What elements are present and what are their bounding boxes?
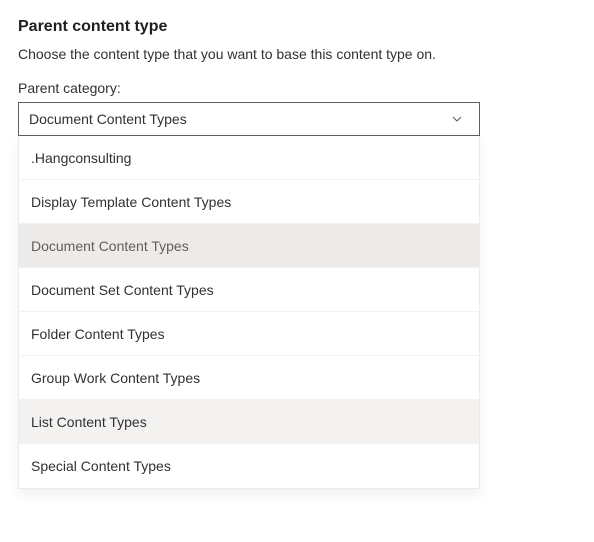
dropdown-option[interactable]: Group Work Content Types (19, 356, 479, 400)
section-title: Parent content type (18, 18, 576, 36)
dropdown-option[interactable]: Display Template Content Types (19, 180, 479, 224)
chevron-down-icon (445, 113, 469, 125)
parent-category-combobox[interactable]: Document Content Types (18, 102, 480, 136)
parent-category-dropdown: .HangconsultingDisplay Template Content … (18, 136, 480, 489)
dropdown-option[interactable]: Folder Content Types (19, 312, 479, 356)
dropdown-option[interactable]: Document Content Types (19, 224, 479, 268)
section-description: Choose the content type that you want to… (18, 46, 576, 62)
dropdown-option[interactable]: List Content Types (19, 400, 479, 444)
combobox-selected-value: Document Content Types (29, 111, 187, 127)
dropdown-option[interactable]: Special Content Types (19, 444, 479, 488)
parent-category-label: Parent category: (18, 80, 576, 96)
dropdown-option[interactable]: .Hangconsulting (19, 136, 479, 180)
dropdown-option[interactable]: Document Set Content Types (19, 268, 479, 312)
